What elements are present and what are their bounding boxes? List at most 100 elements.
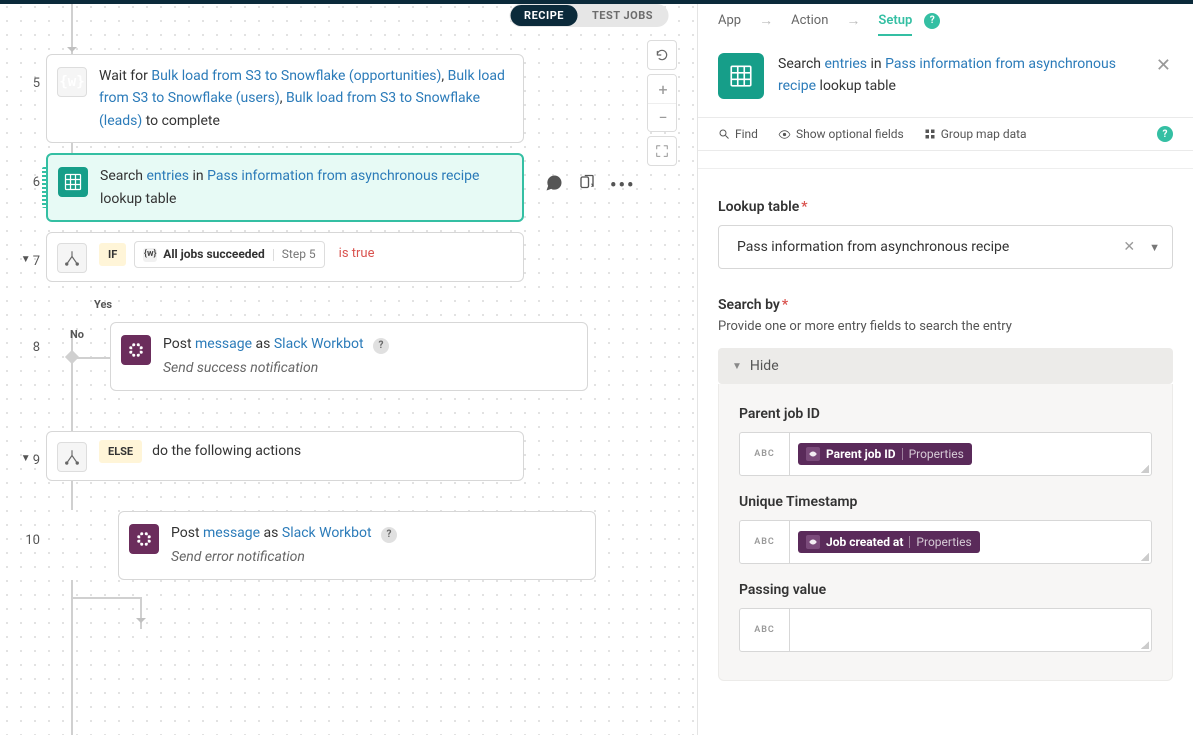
group-map-button[interactable]: Group map data: [924, 127, 1027, 141]
condition-pill[interactable]: {w} All jobs succeeded Step 5: [134, 241, 324, 268]
type-badge: ABC: [740, 609, 790, 651]
crumb-action[interactable]: Action: [791, 13, 828, 28]
resize-handle[interactable]: [1141, 465, 1149, 473]
text: do the following actions: [152, 440, 301, 462]
tab-test-jobs[interactable]: TEST JOBS: [578, 5, 667, 26]
resize-handle[interactable]: [1141, 553, 1149, 561]
datapill[interactable]: Parent job ID Properties: [798, 443, 972, 465]
step-description: Send success notification: [163, 357, 389, 379]
link[interactable]: Slack Workbot: [274, 336, 364, 352]
step-number: 9: [33, 453, 40, 468]
clear-icon[interactable]: ✕: [1119, 235, 1139, 259]
text: Search: [100, 168, 146, 184]
comment-icon[interactable]: [544, 173, 564, 198]
table-icon: [58, 167, 88, 197]
step-else[interactable]: ELSE do the following actions: [46, 431, 524, 481]
link[interactable]: Pass information from asynchronous recip…: [207, 168, 479, 184]
collapse-icon[interactable]: ▼: [21, 254, 31, 265]
help-icon[interactable]: ?: [373, 338, 389, 354]
passing-value-label: Passing value: [739, 582, 1152, 598]
text: lookup table: [816, 78, 896, 94]
copy-step-icon[interactable]: [578, 174, 596, 197]
passing-value-input[interactable]: ABC: [739, 608, 1152, 652]
step-post-error[interactable]: Post message as Slack Workbot ? Send err…: [118, 511, 596, 580]
chevron-right-icon: →: [759, 12, 773, 29]
text: in: [867, 56, 885, 72]
searchby-help: Provide one or more entry fields to sear…: [718, 319, 1173, 334]
text: Search: [778, 56, 824, 72]
lookup-table-label: Lookup table*: [718, 199, 1173, 215]
text: Post: [171, 525, 203, 541]
type-badge: ABC: [740, 433, 790, 475]
condition-main: All jobs succeeded: [163, 245, 265, 264]
link[interactable]: message: [203, 525, 260, 541]
no-label: No: [70, 328, 84, 391]
step-if[interactable]: IF {w} All jobs succeeded Step 5 is true: [46, 232, 524, 282]
link[interactable]: message: [195, 336, 252, 352]
table-icon: [718, 53, 764, 99]
view-mode-tabs: RECIPE TEST JOBS: [509, 4, 668, 27]
slack-icon: [121, 335, 151, 365]
else-chip: ELSE: [99, 440, 142, 464]
link[interactable]: Slack Workbot: [282, 525, 372, 541]
chevron-down-icon[interactable]: ▼: [1139, 241, 1162, 254]
text: to complete: [142, 113, 220, 129]
branch-icon: [57, 442, 87, 472]
panel-toolbar: Find Show optional fields Group map data…: [698, 118, 1193, 151]
crumb-setup[interactable]: Setup: [878, 13, 912, 36]
parent-job-id-input[interactable]: ABC Parent job ID Properties: [739, 432, 1152, 476]
condition-truth: is true: [339, 244, 375, 265]
parent-job-id-label: Parent job ID: [739, 406, 1152, 422]
wait-mini-icon: {w}: [143, 248, 157, 262]
help-icon[interactable]: ?: [1157, 126, 1173, 142]
select-value: Pass information from asynchronous recip…: [737, 239, 1009, 255]
step-number: 10: [25, 533, 40, 548]
crumb-app[interactable]: App: [718, 13, 741, 28]
step-wait[interactable]: {w} Wait for Bulk load from S3 to Snowfl…: [46, 54, 524, 143]
text: Wait for: [99, 68, 151, 84]
close-icon[interactable]: ✕: [1154, 53, 1173, 78]
chevron-down-icon: ▼: [732, 361, 742, 372]
step-number: 5: [33, 76, 40, 91]
lookup-table-select[interactable]: Pass information from asynchronous recip…: [718, 225, 1173, 269]
search-fields: Parent job ID ABC Parent job ID Properti…: [718, 384, 1173, 681]
if-chip: IF: [99, 243, 126, 267]
datapill[interactable]: Job created at Properties: [798, 531, 980, 553]
more-icon[interactable]: •••: [610, 175, 635, 196]
step-description: Send error notification: [171, 546, 397, 568]
pill-source-icon: [806, 447, 820, 461]
breadcrumb: App → Action → Setup ?: [698, 4, 1193, 39]
link[interactable]: Bulk load from S3 to Snowflake (opportun…: [151, 68, 441, 84]
text: in: [189, 168, 207, 184]
step-search-lookup[interactable]: Search entries in Pass information from …: [46, 153, 524, 222]
unique-timestamp-label: Unique Timestamp: [739, 494, 1152, 510]
text: as: [260, 525, 282, 541]
chevron-right-icon: →: [846, 12, 860, 29]
text: Post: [163, 336, 195, 352]
condition-step: Step 5: [282, 245, 316, 264]
find-button[interactable]: Find: [718, 127, 758, 141]
help-icon[interactable]: ?: [381, 527, 397, 543]
unique-timestamp-input[interactable]: ABC Job created at Properties: [739, 520, 1152, 564]
help-icon[interactable]: ?: [924, 13, 940, 29]
resize-handle[interactable]: [1141, 641, 1149, 649]
text: as: [252, 336, 274, 352]
searchby-label: Search by*: [718, 297, 1173, 313]
collapse-icon[interactable]: ▼: [21, 453, 31, 464]
tab-recipe[interactable]: RECIPE: [510, 5, 578, 26]
step-number: 7: [33, 254, 40, 269]
yes-label: Yes: [94, 298, 112, 311]
pill-source-icon: [806, 535, 820, 549]
step-post-success[interactable]: Post message as Slack Workbot ? Send suc…: [110, 322, 588, 391]
hide-toggle[interactable]: ▼ Hide: [718, 348, 1173, 384]
link[interactable]: entries: [824, 56, 867, 72]
panel-header: Search entries in Pass information from …: [698, 39, 1193, 118]
step-number: 6: [33, 175, 40, 190]
show-optional-button[interactable]: Show optional fields: [778, 127, 904, 141]
recipe-canvas: + − 5 {w} Wait for Bulk load from S3 to …: [0, 0, 697, 735]
branch-icon: [57, 243, 87, 273]
slack-icon: [129, 524, 159, 554]
wait-icon: {w}: [57, 67, 87, 97]
step-action-toolbar: •••: [544, 173, 635, 198]
link[interactable]: entries: [146, 168, 189, 184]
